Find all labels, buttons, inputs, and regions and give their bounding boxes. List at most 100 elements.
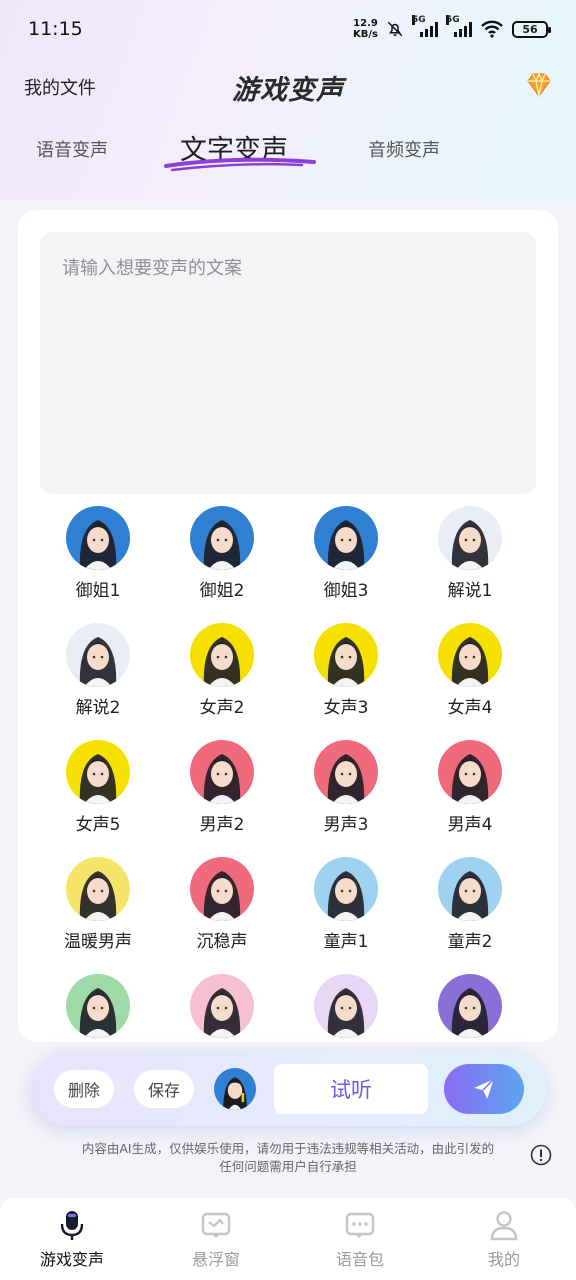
- voice-avatar: [438, 857, 502, 921]
- voice-avatar: [190, 974, 254, 1038]
- voice-option[interactable]: [408, 974, 532, 1042]
- nav-item-game-voice[interactable]: 游戏变声: [0, 1208, 144, 1270]
- voice-portrait: [79, 871, 117, 921]
- tab-audio-change[interactable]: 音频变声: [368, 136, 440, 162]
- text-input[interactable]: 请输入想要变声的文案: [40, 232, 536, 494]
- nav-item-voice-pack[interactable]: 语音包: [288, 1208, 432, 1270]
- nav-item-floating-window[interactable]: 悬浮窗: [144, 1208, 288, 1270]
- voice-label: 童声2: [447, 932, 493, 952]
- signal-2-icon: 5G: [446, 15, 472, 37]
- voice-portrait: [79, 754, 117, 804]
- voice-portrait: [451, 637, 489, 687]
- info-icon[interactable]: [530, 1144, 552, 1166]
- signal-1-icon: 5G: [412, 15, 438, 37]
- voice-portrait: [79, 637, 117, 687]
- selected-voice-avatar[interactable]: [214, 1068, 256, 1110]
- voice-portrait: [327, 988, 365, 1038]
- voice-avatar: [66, 506, 130, 570]
- paper-plane-icon: [474, 1078, 495, 1099]
- network-speed-value: 12.9: [353, 18, 378, 29]
- voice-avatar: [314, 740, 378, 804]
- voice-label: 男声4: [447, 815, 493, 835]
- floating-window-icon: [201, 1212, 231, 1238]
- tab-voice-change[interactable]: 语音变声: [36, 136, 108, 162]
- voice-label: 女声4: [447, 698, 493, 718]
- disclaimer-text: 内容由AI生成，仅供娱乐使用，请勿用于违法违规等相关活动，由此引发的任何问题需用…: [81, 1141, 495, 1174]
- voice-option[interactable]: [36, 974, 160, 1042]
- voice-avatar: [314, 857, 378, 921]
- voice-option[interactable]: 童声2: [408, 857, 532, 952]
- app-header: 我的文件 游戏变声: [0, 62, 576, 112]
- voice-avatar: [438, 740, 502, 804]
- status-bar: 11:15 12.9 KB/s 5G 5G 56: [0, 0, 576, 58]
- voice-option[interactable]: 沉稳声: [160, 857, 284, 952]
- voice-option[interactable]: 女声5: [36, 740, 160, 835]
- voice-option[interactable]: 童声1: [284, 857, 408, 952]
- microphone-icon: [60, 1211, 84, 1240]
- voice-label: 解说2: [75, 698, 121, 718]
- voice-option[interactable]: 解说1: [408, 506, 532, 601]
- voice-portrait: [203, 754, 241, 804]
- voice-label: 温暖男声: [64, 932, 132, 952]
- voice-label: 解说1: [447, 581, 493, 601]
- vip-diamond-icon[interactable]: [524, 70, 554, 100]
- voice-option[interactable]: 女声3: [284, 623, 408, 718]
- voice-avatar: [66, 974, 130, 1038]
- voice-portrait: [203, 520, 241, 570]
- voice-portrait: [79, 520, 117, 570]
- voice-portrait: [451, 754, 489, 804]
- active-tab-underline: [164, 157, 316, 172]
- voice-avatar: [190, 857, 254, 921]
- voice-label: 女声2: [199, 698, 245, 718]
- network-speed: 12.9 KB/s: [353, 18, 378, 40]
- bottom-navigation: 游戏变声 悬浮窗 语音包 我的: [0, 1198, 576, 1280]
- voice-avatar: [314, 623, 378, 687]
- voice-option[interactable]: 男声4: [408, 740, 532, 835]
- send-button[interactable]: [444, 1064, 524, 1114]
- voice-option[interactable]: [284, 974, 408, 1042]
- voice-option[interactable]: 御姐1: [36, 506, 160, 601]
- voice-avatar: [438, 623, 502, 687]
- voice-option[interactable]: 女声2: [160, 623, 284, 718]
- voice-portrait: [203, 637, 241, 687]
- voice-avatar: [190, 506, 254, 570]
- save-button[interactable]: 保存: [134, 1070, 195, 1108]
- voice-portrait: [79, 988, 117, 1038]
- selected-voice-portrait: [214, 1068, 256, 1110]
- voice-label: 御姐1: [75, 581, 121, 601]
- voice-portrait: [203, 988, 241, 1038]
- voice-option[interactable]: 御姐3: [284, 506, 408, 601]
- voice-portrait: [451, 988, 489, 1038]
- voice-avatar: [438, 974, 502, 1038]
- battery-indicator: 56: [512, 20, 551, 38]
- voice-option[interactable]: 御姐2: [160, 506, 284, 601]
- voice-option[interactable]: 解说2: [36, 623, 160, 718]
- wifi-icon: [481, 20, 503, 38]
- voice-avatar: [190, 623, 254, 687]
- voice-option[interactable]: 男声2: [160, 740, 284, 835]
- voice-label: 女声3: [323, 698, 369, 718]
- voice-label: 御姐2: [199, 581, 245, 601]
- voice-option[interactable]: 女声4: [408, 623, 532, 718]
- voice-label: 男声2: [199, 815, 245, 835]
- voice-label: 男声3: [323, 815, 369, 835]
- nav-label: 游戏变声: [39, 1250, 104, 1269]
- network-speed-unit: KB/s: [353, 29, 378, 40]
- voice-portrait: [327, 871, 365, 921]
- nav-item-profile[interactable]: 我的: [432, 1208, 576, 1270]
- voice-option[interactable]: 温暖男声: [36, 857, 160, 952]
- voice-portrait: [327, 637, 365, 687]
- voice-portrait: [327, 520, 365, 570]
- delete-button[interactable]: 删除: [54, 1070, 115, 1108]
- listen-button[interactable]: 试听: [274, 1064, 428, 1114]
- voice-option[interactable]: 男声3: [284, 740, 408, 835]
- mode-tabs: 语音变声 文字变声 音频变声: [0, 122, 576, 182]
- mute-bell-icon: [387, 21, 403, 37]
- voice-avatar: [66, 623, 130, 687]
- voice-avatar: [314, 974, 378, 1038]
- voice-label: 沉稳声: [196, 932, 248, 952]
- status-time: 11:15: [28, 18, 83, 40]
- voice-option[interactable]: [160, 974, 284, 1042]
- text-voice-card: 请输入想要变声的文案 御姐1 御姐2 御姐3 解说1 解说2 女声2 女声3 女声4 女声5 男声…: [18, 210, 558, 1042]
- profile-icon: [490, 1211, 518, 1241]
